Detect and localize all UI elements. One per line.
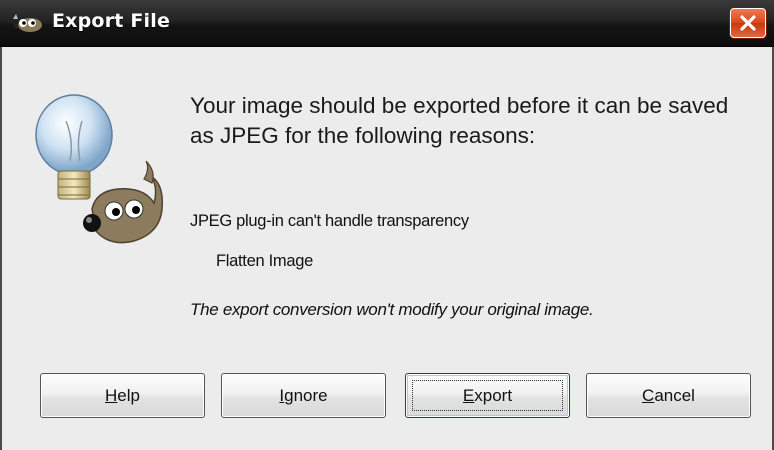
export-mnemonic: E — [462, 386, 475, 405]
dialog-body: Your image should be exported before it … — [0, 47, 774, 450]
help-button[interactable]: Help — [40, 373, 205, 418]
help-label-rest: elp — [117, 386, 140, 405]
gimp-wilber-icon — [13, 14, 42, 32]
cancel-label-rest: ancel — [654, 386, 695, 405]
close-button[interactable] — [730, 8, 766, 38]
cancel-button[interactable]: Cancel — [586, 373, 751, 418]
title-bar[interactable]: Export File — [0, 0, 774, 47]
help-mnemonic: H — [105, 386, 118, 405]
ignore-button[interactable]: Ignore — [221, 373, 386, 418]
export-note: The export conversion won't modify your … — [190, 300, 594, 319]
export-file-dialog: Export File Your image should be exporte… — [0, 0, 774, 450]
close-icon — [740, 15, 756, 31]
ignore-label-rest: gnore — [284, 386, 328, 405]
export-reason: JPEG plug-in can't handle transparency — [190, 212, 469, 230]
cancel-mnemonic: C — [642, 386, 655, 405]
dialog-heading: Your image should be exported before it … — [190, 93, 729, 148]
gimp-lightbulb-icon — [35, 94, 164, 244]
export-label-rest: xport — [474, 386, 513, 405]
window-title: Export File — [52, 10, 171, 32]
export-button[interactable]: Export — [405, 373, 570, 418]
conversion-action: Flatten Image — [216, 252, 313, 270]
